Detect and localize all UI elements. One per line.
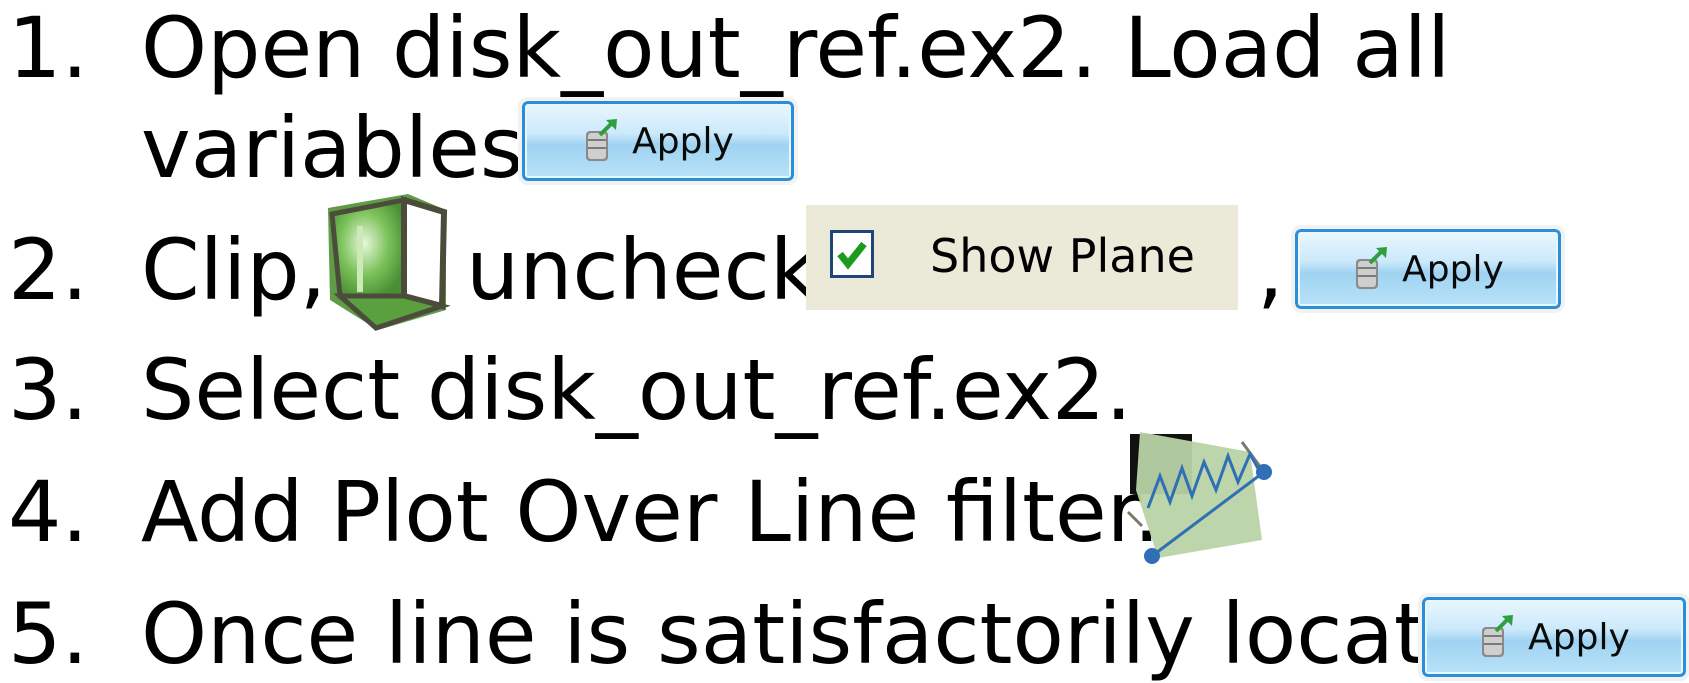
apply-button-label: Apply xyxy=(1402,248,1504,290)
plot-over-line-icon[interactable] xyxy=(1126,430,1276,566)
step-2-number: 2. xyxy=(8,221,89,319)
server-arrow-icon xyxy=(582,117,622,165)
show-plane-control[interactable]: Show Plane xyxy=(806,205,1238,310)
step-5-number: 5. xyxy=(8,585,89,683)
step-3-text: Select disk_out_ref.ex2. xyxy=(141,341,1133,439)
server-arrow-icon xyxy=(1352,245,1392,293)
show-plane-label: Show Plane xyxy=(930,229,1195,283)
instruction-slide: 1. Open disk_out_ref.ex2. Load all varia… xyxy=(0,0,1689,683)
apply-button-1[interactable]: Apply xyxy=(518,97,798,185)
step-3-number: 3. xyxy=(8,341,89,439)
step-2-clip-text: Clip, xyxy=(141,221,327,319)
apply-button-3[interactable]: Apply xyxy=(1418,593,1689,681)
step-5-text: Once line is satisfactorily located, xyxy=(141,585,1559,683)
apply-button-label: Apply xyxy=(1528,616,1630,658)
step-4-number: 4. xyxy=(8,463,89,561)
step-1-text: Open disk_out_ref.ex2. Load all xyxy=(141,0,1451,97)
checkmark-icon xyxy=(837,241,867,270)
step-2-comma: , xyxy=(1257,221,1284,319)
show-plane-checkbox[interactable] xyxy=(830,230,874,278)
apply-button-2[interactable]: Apply xyxy=(1291,225,1565,313)
clip-icon[interactable] xyxy=(318,188,454,334)
apply-button-label: Apply xyxy=(632,120,734,162)
step-1-number: 1. xyxy=(8,0,89,97)
step-1-text-continued: variables. xyxy=(141,99,551,197)
step-2-uncheck-text: uncheck, xyxy=(466,221,846,319)
step-4-text: Add Plot Over Line filter. xyxy=(141,463,1161,561)
server-arrow-icon xyxy=(1478,613,1518,661)
